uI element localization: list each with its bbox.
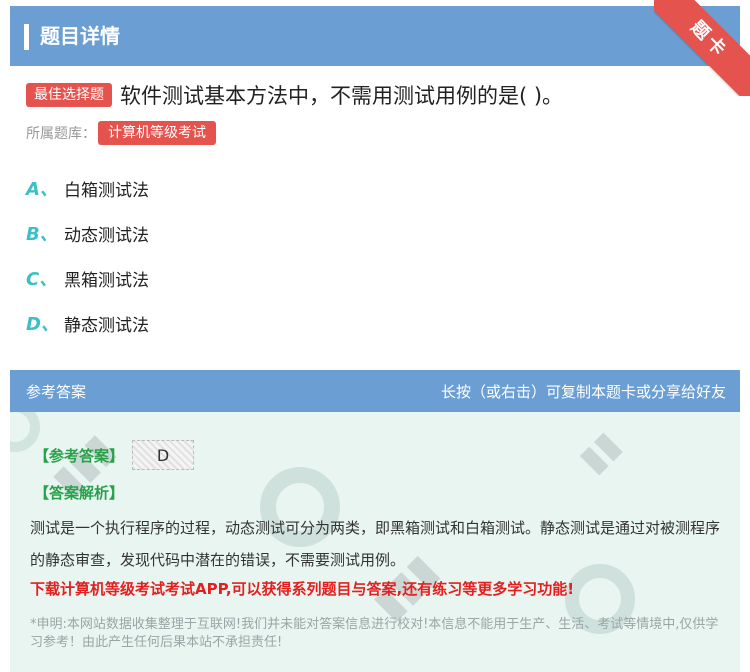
option-b[interactable]: B、 动态测试法 [26,219,149,247]
analysis-label: 【答案解析】 [34,484,125,502]
option-letter: D、 [26,314,59,335]
bank-label: 所属题库： [26,126,96,142]
page-title: 题目详情 [40,24,120,48]
question-bank-row: 所属题库： 计算机等级考试 [26,120,216,146]
app-download-promo[interactable]: 下载计算机等级考试考试APP,可以获得系列题目与答案,还有练习等更多学习功能! [30,578,574,599]
option-text: 静态测试法 [64,315,149,336]
option-text: 白箱测试法 [64,180,149,201]
watermark-logo: ▮▮ [571,423,629,482]
disclaimer-text: *申明:本网站数据收集整理于互联网!我们并未能对答案信息进行校对!本信息不能用于… [30,617,719,650]
question-text: 软件测试基本方法中，不需用测试用例的是( )。 [120,84,564,108]
option-letter: B、 [26,224,58,245]
question-row: 最佳选择题 软件测试基本方法中，不需用测试用例的是( )。 [26,80,736,110]
reference-answer-row: 【参考答案】 D [34,440,195,470]
answer-panel: ▮▮▮ ▮▮▮ ▮▮ 【参考答案】 D 【答案解析】 测试是一个执行程序的过程，… [10,412,740,672]
share-hint: 长按（或右击）可复制本题卡或分享给好友 [440,383,726,401]
answer-image: D [132,440,195,470]
option-text: 黑箱测试法 [64,270,149,291]
bank-link[interactable]: 计算机等级考试 [98,121,216,145]
explanation-text: 测试是一个执行程序的过程，动态测试可分为两类，即黑箱测试和白箱测试。静态测试是通… [30,519,721,569]
header-accent-bar [24,24,29,50]
reference-answer-label: 【参考答案】 [34,446,125,465]
option-c[interactable]: C、 黑箱测试法 [26,264,149,292]
option-d[interactable]: D、 静态测试法 [26,309,149,337]
page-header: 题目详情 [10,6,740,66]
option-letter: A、 [26,179,58,200]
question-type-badge: 最佳选择题 [26,83,112,107]
answer-header: 参考答案 长按（或右击）可复制本题卡或分享给好友 [10,370,740,412]
option-a[interactable]: A、 白箱测试法 [26,174,149,202]
option-letter: C、 [26,269,58,290]
answer-header-title: 参考答案 [26,383,87,401]
option-text: 动态测试法 [64,225,149,246]
